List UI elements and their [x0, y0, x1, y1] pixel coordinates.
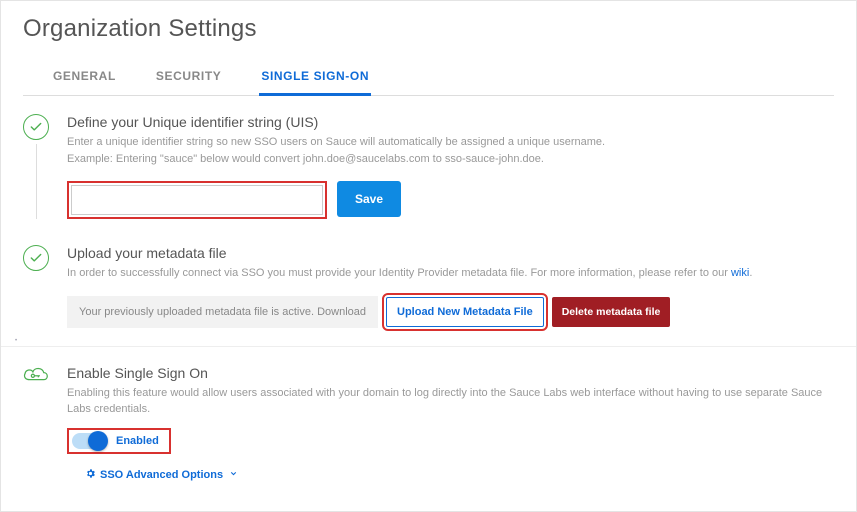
- upload-metadata-button[interactable]: Upload New Metadata File: [386, 297, 544, 327]
- section-divider-dot: •: [15, 338, 834, 344]
- tab-general[interactable]: GENERAL: [51, 59, 118, 96]
- enable-sso-toggle-label: Enabled: [116, 435, 159, 447]
- enable-sso-description: Enabling this feature would allow users …: [67, 385, 834, 418]
- tab-security[interactable]: SECURITY: [154, 59, 223, 96]
- settings-tabs: GENERAL SECURITY SINGLE SIGN-ON: [23, 59, 834, 96]
- uis-title: Define your Unique identifier string (UI…: [67, 114, 834, 130]
- delete-metadata-button[interactable]: Delete metadata file: [552, 297, 671, 327]
- save-button[interactable]: Save: [337, 181, 401, 217]
- section-divider: [1, 346, 856, 347]
- cloud-key-icon: [22, 365, 50, 385]
- metadata-description: In order to successfully connect via SSO…: [67, 265, 834, 282]
- metadata-status: Your previously uploaded metadata file i…: [67, 296, 378, 328]
- uis-description: Enter a unique identifier string so new …: [67, 134, 834, 167]
- chevron-down-icon: [229, 469, 238, 481]
- tab-single-sign-on[interactable]: SINGLE SIGN-ON: [259, 59, 371, 96]
- gear-icon: [85, 468, 96, 482]
- wiki-link[interactable]: wiki: [731, 267, 749, 279]
- download-link[interactable]: Download: [317, 306, 366, 318]
- step-connector: [36, 144, 37, 219]
- metadata-title: Upload your metadata file: [67, 245, 834, 261]
- enable-sso-toggle[interactable]: [72, 433, 106, 449]
- section-metadata: Upload your metadata file In order to su…: [23, 245, 834, 328]
- uis-input-highlight: [67, 181, 327, 219]
- toggle-knob: [88, 431, 108, 451]
- section-enable-sso: Enable Single Sign On Enabling this feat…: [23, 365, 834, 484]
- page-title: Organization Settings: [23, 15, 834, 43]
- check-icon: [23, 114, 49, 140]
- sso-advanced-options[interactable]: SSO Advanced Options: [85, 468, 238, 482]
- enable-sso-toggle-highlight: Enabled: [67, 428, 171, 454]
- uis-input[interactable]: [71, 185, 323, 215]
- section-uis: Define your Unique identifier string (UI…: [23, 114, 834, 219]
- enable-sso-title: Enable Single Sign On: [67, 365, 834, 381]
- check-icon: [23, 245, 49, 271]
